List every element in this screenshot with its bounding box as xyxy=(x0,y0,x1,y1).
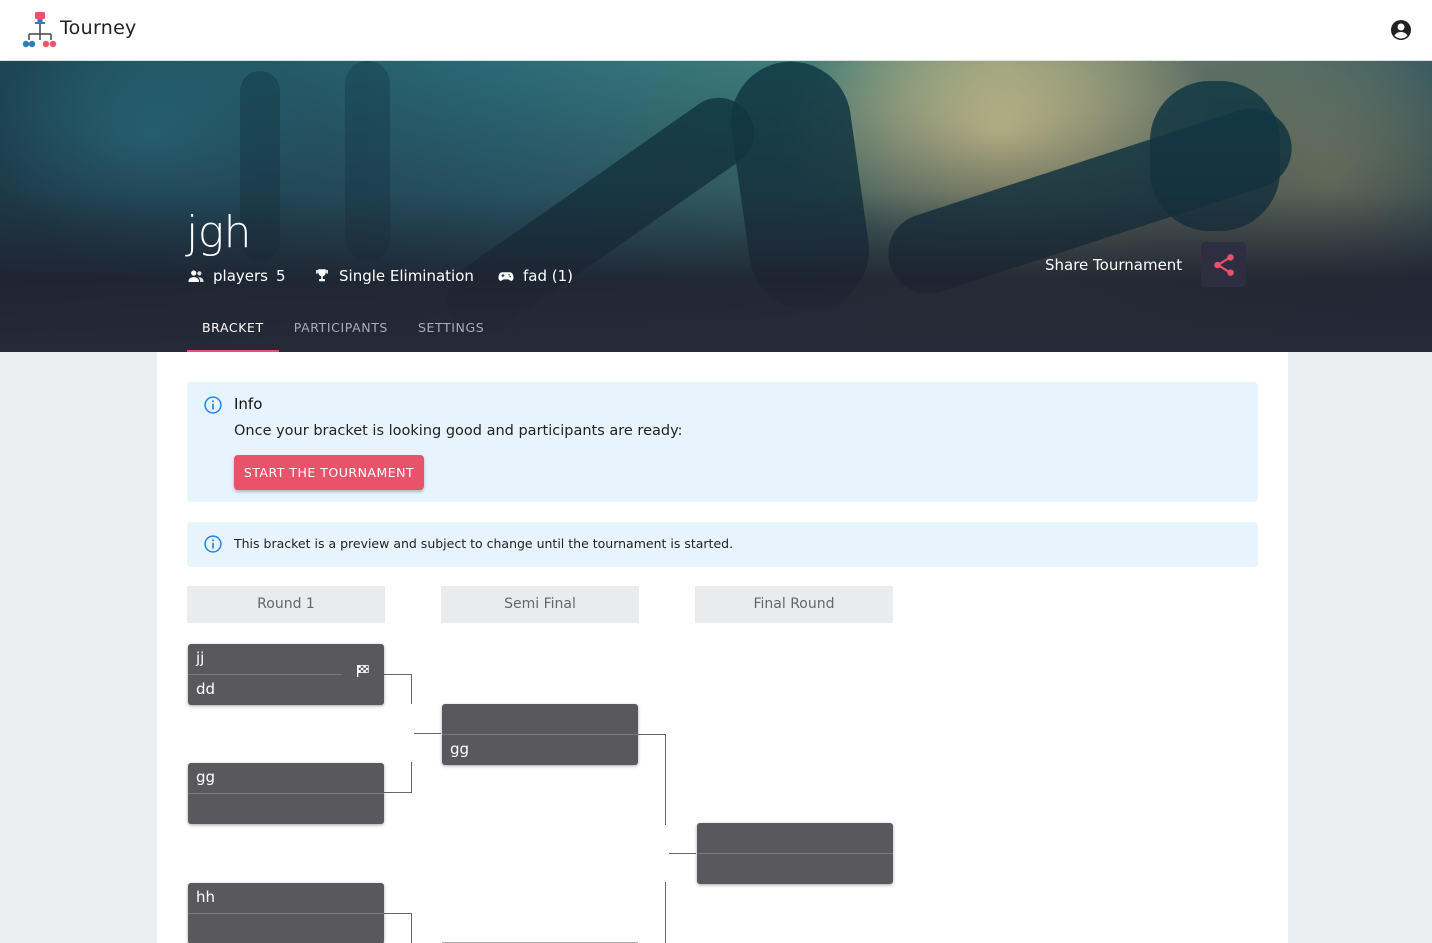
game-meta: fad (1) xyxy=(497,266,573,286)
info-icon xyxy=(204,535,222,553)
round-header-round-1: Round 1 xyxy=(187,586,385,623)
bracket-connector xyxy=(411,913,412,943)
match-slot-bottom xyxy=(188,794,384,824)
game-label: fad (1) xyxy=(523,267,574,285)
account-icon[interactable] xyxy=(1389,18,1413,42)
preview-alert-message: This bracket is a preview and subject to… xyxy=(234,536,734,551)
brand-name[interactable]: Tourney xyxy=(60,17,137,39)
bracket-connector xyxy=(384,913,412,914)
match-slot-top xyxy=(442,704,638,734)
info-alert-title: Info xyxy=(234,395,263,413)
format-label: Single Elimination xyxy=(339,267,474,285)
bracket-connector xyxy=(384,674,412,675)
bracket-connector xyxy=(414,733,441,734)
match-card[interactable]: hh xyxy=(188,883,384,943)
gamepad-icon xyxy=(498,272,514,281)
round-header-semi-final: Semi Final xyxy=(441,586,639,623)
bracket-connector xyxy=(411,674,412,704)
bracket-connector xyxy=(411,762,412,793)
tab-bracket[interactable]: BRACKET xyxy=(187,310,279,352)
bracket-panel: Info Once your bracket is looking good a… xyxy=(157,352,1288,943)
start-tournament-button[interactable]: START THE TOURNAMENT xyxy=(234,455,424,490)
checkered-flag-icon[interactable] xyxy=(356,664,370,678)
tourney-logo-icon[interactable] xyxy=(20,10,60,50)
format-meta: Single Elimination xyxy=(313,266,474,286)
info-icon xyxy=(204,396,222,414)
players-label: players xyxy=(213,267,268,285)
players-count: 5 xyxy=(275,267,286,285)
match-slot-bottom xyxy=(188,914,384,943)
share-tournament-label: Share Tournament xyxy=(1045,256,1183,274)
info-alert: Info Once your bracket is looking good a… xyxy=(187,382,1258,502)
bracket-connector xyxy=(669,853,696,854)
trophy-icon xyxy=(316,269,328,282)
info-alert-message: Once your bracket is looking good and pa… xyxy=(234,423,683,439)
round-header-final-round: Final Round xyxy=(695,586,893,623)
bracket-connector xyxy=(638,734,666,735)
match-slot-top: gg xyxy=(196,768,216,786)
match-slot-top: hh xyxy=(196,888,216,906)
bracket-connector xyxy=(665,734,666,825)
match-card[interactable] xyxy=(697,823,893,884)
share-button[interactable] xyxy=(1201,242,1246,287)
app-bar: Tourney xyxy=(0,0,1432,61)
share-icon xyxy=(1213,253,1234,276)
match-card[interactable]: gg xyxy=(188,763,384,824)
match-slot-bottom: dd xyxy=(196,680,216,698)
tournament-title: jgh xyxy=(186,207,252,258)
people-icon xyxy=(188,270,204,282)
bracket-connector xyxy=(665,882,666,943)
tab-participants[interactable]: PARTICIPANTS xyxy=(279,310,403,352)
tab-settings[interactable]: SETTINGS xyxy=(403,310,499,352)
tournament-tabs: BRACKET PARTICIPANTS SETTINGS xyxy=(187,310,499,352)
match-card[interactable]: jj dd xyxy=(188,644,384,705)
preview-alert: This bracket is a preview and subject to… xyxy=(187,522,1258,567)
match-slot-top: jj xyxy=(196,649,205,667)
match-slot-bottom xyxy=(697,854,893,884)
bracket-connector xyxy=(384,792,412,793)
match-slot-top xyxy=(697,823,893,853)
match-slot-bottom: gg xyxy=(450,740,470,758)
match-card[interactable]: gg xyxy=(442,704,638,765)
players-meta: players 5 xyxy=(187,266,286,286)
